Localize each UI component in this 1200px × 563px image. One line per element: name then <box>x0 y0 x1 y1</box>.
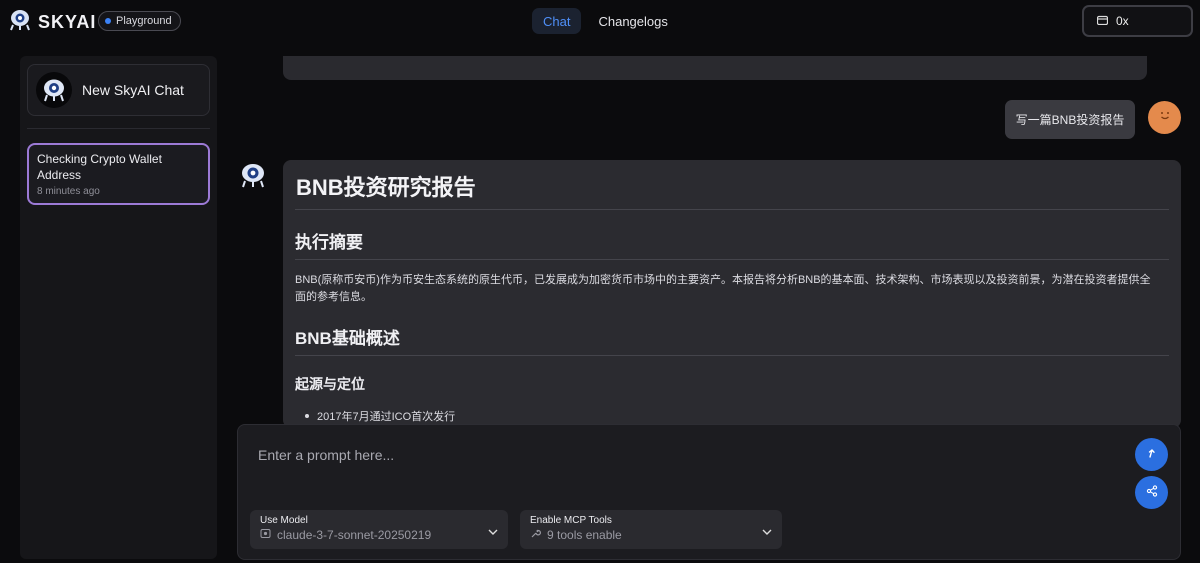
new-chat-button[interactable]: New SkyAI Chat <box>27 64 210 116</box>
assistant-avatar-icon <box>238 162 268 193</box>
history-item-time: 8 minutes ago <box>37 186 100 197</box>
mcp-tools-value-row: 9 tools enable <box>530 528 772 542</box>
previous-message-card <box>283 56 1147 80</box>
model-select-label: Use Model <box>260 515 308 526</box>
model-select[interactable]: Use Model claude-3-7-sonnet-20250219 <box>250 510 508 549</box>
send-button[interactable] <box>1135 438 1168 471</box>
mcp-tools-label: Enable MCP Tools <box>530 515 612 526</box>
user-message: 写一篇BNB投资报告 <box>1005 100 1135 139</box>
wallet-address: 0x <box>1116 14 1129 28</box>
wallet-button[interactable]: 0x <box>1082 5 1193 37</box>
list-item: 2017年7月通过ICO首次发行 <box>305 408 1169 424</box>
report-title: BNB投资研究报告 <box>295 168 1169 210</box>
list-item-text: 2017年7月通过ICO首次发行 <box>317 411 456 423</box>
chevron-down-icon <box>488 523 498 541</box>
playground-badge-label: Playground <box>116 15 172 27</box>
history-item[interactable]: Checking Crypto Wallet Address 8 minutes… <box>27 143 210 205</box>
sidebar: New SkyAI Chat Checking Crypto Wallet Ad… <box>20 56 217 559</box>
tab-changelogs[interactable]: Changelogs <box>587 8 678 34</box>
top-bar: SKYAI Playground Chat Changelogs 0x <box>0 0 1200 44</box>
history-item-title: Checking Crypto Wallet Address <box>37 152 162 182</box>
new-chat-label: New SkyAI Chat <box>82 82 184 98</box>
ufo-logo-icon <box>8 9 32 36</box>
status-dot-icon <box>105 18 111 24</box>
section-paragraph: BNB(原称币安币)作为币安生态系统的原生代币，已发展成为加密货币市场中的主要资… <box>295 274 1151 303</box>
sidebar-divider <box>27 128 210 129</box>
section-heading: BNB基础概述 <box>295 324 1169 356</box>
share-icon <box>1146 484 1158 502</box>
chevron-down-icon <box>762 523 772 541</box>
subsection-heading: 起源与定位 <box>295 376 365 392</box>
wallet-icon <box>1096 14 1109 28</box>
assistant-message: BNB投资研究报告 执行摘要 BNB(原称币安币)作为币安生态系统的原生代币，已… <box>283 160 1181 428</box>
user-avatar[interactable] <box>1148 101 1181 134</box>
brand-name: SKYAI <box>38 12 97 32</box>
playground-badge[interactable]: Playground <box>98 11 181 31</box>
wrench-icon <box>530 528 541 542</box>
model-icon <box>260 528 271 542</box>
main-nav: Chat Changelogs <box>532 8 679 34</box>
tab-chat[interactable]: Chat <box>532 8 582 34</box>
mcp-tools-value: 9 tools enable <box>547 528 622 542</box>
brand-logo[interactable]: SKYAI <box>8 9 96 36</box>
section-heading: 执行摘要 <box>295 228 1169 260</box>
bullet-list: 2017年7月通过ICO首次发行 <box>295 408 1169 424</box>
prompt-composer: Use Model claude-3-7-sonnet-20250219 Ena… <box>237 424 1181 560</box>
smiley-icon <box>1157 107 1173 128</box>
prompt-input[interactable] <box>258 443 1108 467</box>
mcp-tools-select[interactable]: Enable MCP Tools 9 tools enable <box>520 510 782 549</box>
model-select-value-row: claude-3-7-sonnet-20250219 <box>260 528 498 542</box>
model-select-value: claude-3-7-sonnet-20250219 <box>277 528 432 542</box>
send-arrow-icon <box>1146 446 1158 464</box>
share-button[interactable] <box>1135 476 1168 509</box>
ufo-avatar-icon <box>36 72 72 108</box>
